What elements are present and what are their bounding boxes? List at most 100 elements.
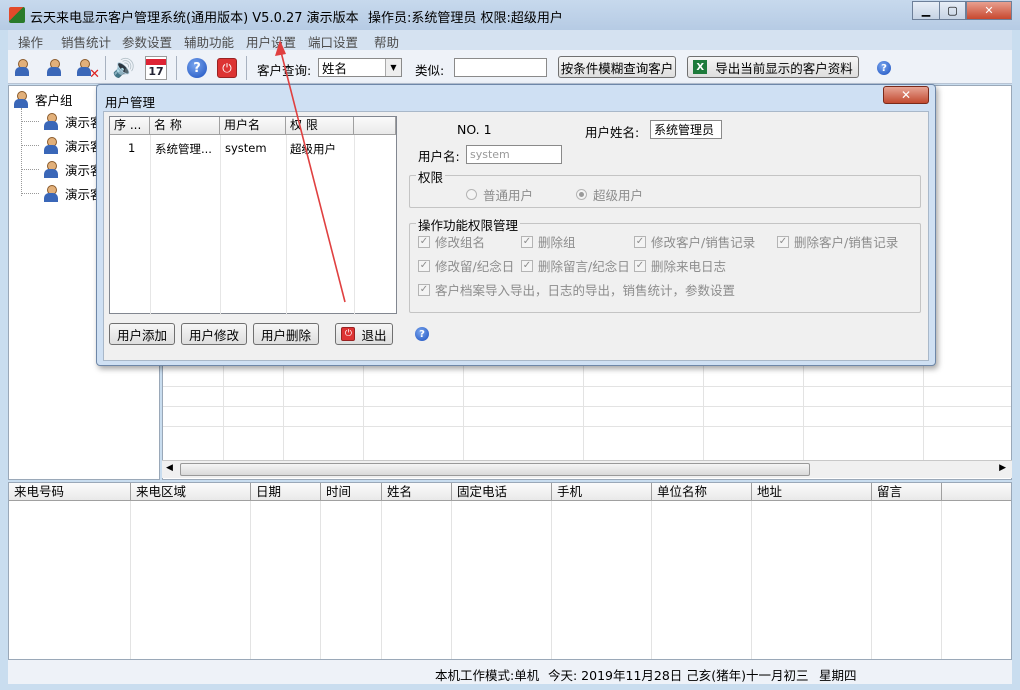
scroll-right-icon[interactable]: ▶: [999, 463, 1006, 473]
row-username: system: [225, 141, 267, 155]
username-field[interactable]: system: [466, 145, 562, 164]
record-number: NO. 1: [457, 122, 492, 137]
perm-label: 修改留/纪念日: [435, 259, 515, 274]
col-time[interactable]: 时间: [321, 483, 382, 501]
exit-button[interactable]: ⏻ 退出: [335, 323, 393, 345]
status-bar: 本机工作模式:单机 今天: 2019年11月28日 己亥(猪年)十一月初三 星期…: [8, 660, 1012, 684]
col-message[interactable]: 留言: [872, 483, 942, 501]
toolbar-help-icon[interactable]: ?: [877, 61, 891, 75]
dialog-title: 用户管理: [105, 95, 156, 110]
app-icon: [9, 7, 25, 23]
like-label: 类似:: [415, 63, 445, 78]
scroll-left-icon[interactable]: ◀: [166, 463, 173, 473]
delete-user-button[interactable]: 用户删除: [253, 323, 319, 345]
perm-label: 修改客户/销售记录: [651, 235, 756, 250]
person-icon: [41, 160, 61, 179]
permission-group: 操作功能权限管理 ✓ 修改组名 ✓ 删除组 ✓ 修改客户/销售记录 ✓ 删除客户/销售记…: [409, 215, 921, 313]
list-col-no[interactable]: 序 ...: [110, 117, 150, 135]
list-col-role[interactable]: 权 限: [286, 117, 354, 135]
power-icon[interactable]: ⏻: [215, 56, 239, 80]
query-field-select[interactable]: 姓名 ▼: [318, 58, 402, 77]
horizontal-scrollbar[interactable]: ◀ ▶: [162, 460, 1012, 478]
weekday: 星期四: [819, 668, 857, 683]
minimize-button[interactable]: ▁: [912, 1, 940, 20]
call-log-table: 来电号码 来电区域 日期 时间 姓名 固定电话 手机 单位名称 地址 留言: [8, 482, 1012, 660]
row-no: 1: [128, 141, 136, 155]
delete-customer-icon[interactable]: ✕: [74, 56, 100, 82]
col-address[interactable]: 地址: [752, 483, 872, 501]
chevron-down-icon[interactable]: ▼: [385, 59, 401, 76]
export-button[interactable]: X 导出当前显示的客户资料: [687, 56, 859, 78]
menu-params[interactable]: 参数设置: [122, 32, 172, 51]
menu-help[interactable]: 帮助: [374, 32, 399, 51]
customer-icon[interactable]: [12, 56, 36, 80]
perm-delete-message-checkbox[interactable]: ✓ 删除留言/纪念日: [521, 256, 630, 275]
export-button-label: 导出当前显示的客户资料: [715, 60, 853, 76]
menu-aux[interactable]: 辅助功能: [184, 32, 234, 51]
role-normal-radio[interactable]: 普通用户: [466, 185, 533, 204]
tree-item[interactable]: 演示客: [21, 184, 103, 203]
window-title: 云天来电显示客户管理系统(通用版本) V5.0.27 演示版本: [30, 11, 359, 26]
exit-label: 退出: [361, 327, 387, 343]
list-col-username[interactable]: 用户名: [220, 117, 286, 135]
perm-label: 删除客户/销售记录: [794, 235, 899, 250]
close-button[interactable]: ✕: [966, 1, 1012, 20]
col-caller-number[interactable]: 来电号码: [9, 483, 131, 501]
col-date[interactable]: 日期: [251, 483, 321, 501]
perm-delete-customer-checkbox[interactable]: ✓ 删除客户/销售记录: [777, 232, 898, 251]
user-fullname-label: 用户姓名:: [585, 125, 640, 140]
role-group: 权限 普通用户 超级用户: [409, 167, 921, 208]
perm-edit-group-checkbox[interactable]: ✓ 修改组名: [418, 232, 485, 251]
help-icon[interactable]: ?: [185, 56, 209, 80]
role-normal-label: 普通用户: [483, 188, 534, 203]
perm-delete-group-checkbox[interactable]: ✓ 删除组: [521, 232, 576, 251]
tree-item[interactable]: 演示客: [21, 160, 103, 179]
title-bar: 云天来电显示客户管理系统(通用版本) V5.0.27 演示版本 操作员:系统管理…: [0, 0, 1020, 30]
today-date: 今天: 2019年11月28日 己亥(猪年)十一月初三: [548, 668, 809, 683]
menu-port-settings[interactable]: 端口设置: [308, 32, 358, 51]
list-col-filler: [354, 117, 396, 135]
person-icon: [41, 136, 61, 155]
person-icon: [41, 112, 61, 131]
user-fullname-field[interactable]: 系统管理员: [650, 120, 722, 139]
perm-edit-customer-checkbox[interactable]: ✓ 修改客户/销售记录: [634, 232, 755, 251]
speaker-icon[interactable]: 🔊: [112, 56, 136, 80]
username-label: 用户名:: [418, 149, 460, 164]
col-name[interactable]: 姓名: [382, 483, 452, 501]
add-customer-icon[interactable]: [44, 56, 68, 80]
add-user-button[interactable]: 用户添加: [109, 323, 175, 345]
menu-user-settings[interactable]: 用户设置: [246, 32, 296, 51]
menu-sales-stats[interactable]: 销售统计: [61, 32, 111, 51]
perm-label: 删除组: [538, 235, 576, 250]
col-caller-region[interactable]: 来电区域: [131, 483, 251, 501]
scroll-thumb[interactable]: [180, 463, 810, 476]
tree-root-label: 客户组: [35, 93, 73, 108]
tree-item[interactable]: 演示客: [21, 112, 103, 131]
col-landline[interactable]: 固定电话: [452, 483, 552, 501]
tree-root[interactable]: 客户组: [11, 90, 73, 109]
list-col-name[interactable]: 名 称: [150, 117, 220, 135]
col-company[interactable]: 单位名称: [652, 483, 752, 501]
dialog-body: 序 ... 名 称 用户名 权 限 1 系统管理... system 超级用户 …: [103, 111, 929, 361]
perm-label: 删除来电日志: [651, 259, 727, 274]
col-mobile[interactable]: 手机: [552, 483, 652, 501]
fuzzy-query-button[interactable]: 按条件模糊查询客户: [558, 56, 676, 78]
calendar-icon[interactable]: 17: [145, 56, 167, 80]
like-input[interactable]: [454, 58, 547, 77]
operator-info: 操作员:系统管理员 权限:超级用户: [368, 11, 563, 26]
role-super-radio[interactable]: 超级用户: [576, 185, 643, 204]
maximize-button[interactable]: ▢: [939, 1, 966, 20]
menu-operate[interactable]: 操作: [18, 32, 43, 51]
person-icon: [41, 184, 61, 203]
excel-icon: X: [693, 60, 708, 74]
tree-item[interactable]: 演示客: [21, 136, 103, 155]
dialog-help-icon[interactable]: ?: [415, 327, 429, 341]
perm-label: 删除留言/纪念日: [538, 259, 630, 274]
perm-delete-calllog-checkbox[interactable]: ✓ 删除来电日志: [634, 256, 726, 275]
perm-edit-message-checkbox[interactable]: ✓ 修改留/纪念日: [418, 256, 514, 275]
edit-user-button[interactable]: 用户修改: [181, 323, 247, 345]
list-row[interactable]: 1 系统管理... system 超级用户: [110, 137, 396, 156]
user-list: 序 ... 名 称 用户名 权 限 1 系统管理... system 超级用户: [109, 116, 397, 315]
perm-import-export-checkbox[interactable]: ✓ 客户档案导入导出，日志的导出，销售统计，参数设置: [418, 280, 735, 299]
dialog-close-button[interactable]: ✕: [883, 86, 929, 104]
